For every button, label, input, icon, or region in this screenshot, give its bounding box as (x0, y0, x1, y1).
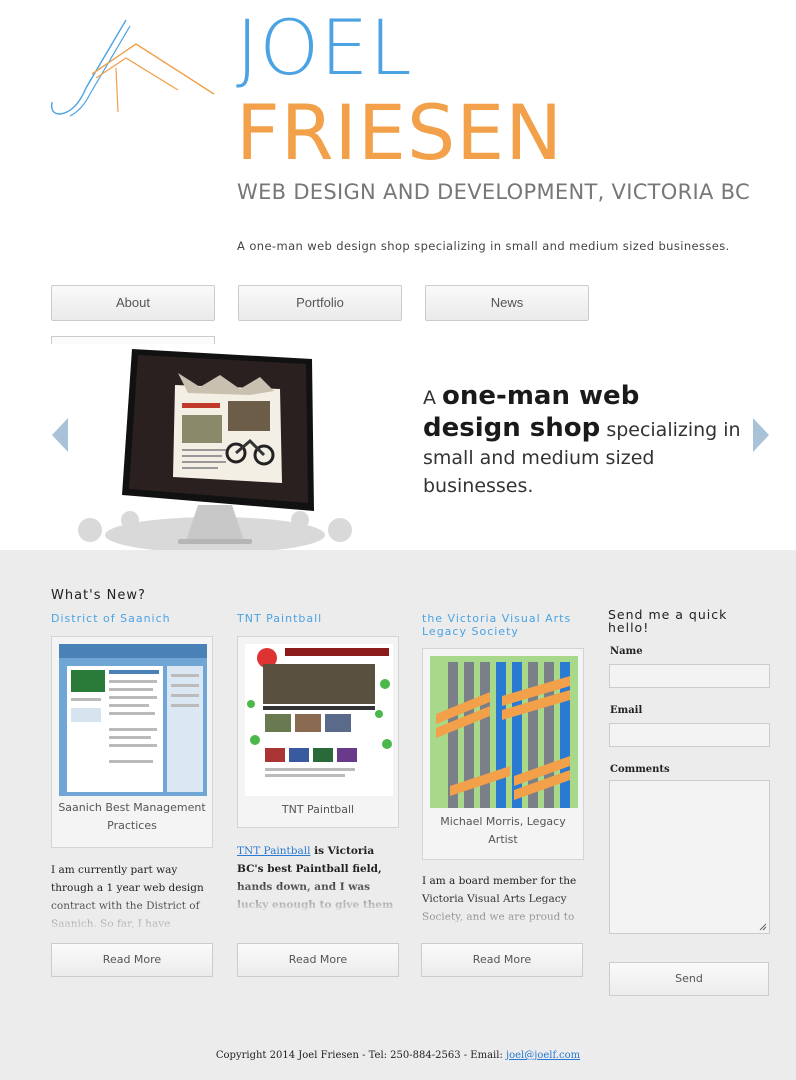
site-title-first-name[interactable]: JOEL (236, 8, 413, 88)
email-input[interactable] (609, 723, 770, 747)
post-card-vvals[interactable]: Michael Morris, Legacy Artist (422, 648, 584, 860)
post-excerpt-saanich: I am currently part way through a 1 year… (51, 861, 211, 933)
site-title-last-name[interactable]: FRIESEN (236, 92, 563, 174)
post-caption-vvals: Michael Morris, Legacy Artist (440, 815, 566, 846)
monitor-website-image (78, 349, 352, 550)
resize-handle-icon[interactable] (759, 923, 767, 931)
read-more-button-tnt[interactable]: Read More (237, 943, 399, 977)
slider-caption-prefix: A (423, 387, 436, 409)
slider-next-arrow-icon[interactable] (753, 418, 769, 452)
saanich-website-thumbnail (59, 644, 207, 796)
tnt-paintball-link[interactable]: TNT Paintball (237, 845, 310, 857)
read-more-button-saanich[interactable]: Read More (51, 943, 213, 977)
nav-overflow-button[interactable] (51, 336, 215, 344)
read-more-button-vvals[interactable]: Read More (421, 943, 583, 977)
tnt-website-thumbnail (245, 644, 393, 796)
nav-portfolio-button[interactable]: Portfolio (238, 285, 402, 321)
footer-copyright: Copyright 2014 Joel Friesen - Tel: 250-8… (215, 1050, 506, 1061)
send-button[interactable]: Send (609, 962, 769, 996)
post-excerpt-tnt: TNT Paintball is Victoria BC's best Pain… (237, 842, 401, 914)
email-label: Email (610, 705, 643, 716)
comments-label: Comments (610, 764, 670, 775)
jf-logo (50, 19, 215, 117)
post-caption-saanich: Saanich Best Management Practices (58, 801, 206, 832)
site-tagline: WEB DESIGN AND DEVELOPMENT, VICTORIA BC (237, 180, 750, 204)
footer-email-link[interactable]: joel@joelf.com (506, 1050, 580, 1061)
michael-morris-artwork-thumbnail (430, 656, 578, 808)
name-label: Name (610, 646, 643, 657)
nav-about-button[interactable]: About (51, 285, 215, 321)
footer: Copyright 2014 Joel Friesen - Tel: 250-8… (0, 1050, 796, 1061)
post-caption-tnt: TNT Paintball (281, 803, 355, 816)
post-card-tnt[interactable]: TNT Paintball (237, 636, 399, 828)
post-card-saanich[interactable]: Saanich Best Management Practices (51, 636, 213, 848)
whats-new-heading: What's New? (51, 588, 146, 603)
post-title-tnt[interactable]: TNT Paintball (237, 612, 407, 625)
excerpt-fade (422, 896, 582, 932)
slider-caption: A one-man web design shop specializing i… (423, 380, 743, 500)
content-section: What's New? District of Saanich Saanich … (0, 550, 796, 1080)
post-excerpt-vvals: I am a board member for the Victoria Vis… (422, 872, 582, 932)
excerpt-fade (237, 878, 401, 914)
comments-textarea[interactable] (609, 780, 770, 934)
post-title-saanich[interactable]: District of Saanich (51, 612, 221, 625)
name-input[interactable] (609, 664, 770, 688)
site-description: A one-man web design shop specializing i… (237, 239, 730, 253)
contact-form-title: Send me a quick hello! (608, 607, 728, 635)
post-title-vvals[interactable]: the Victoria Visual Arts Legacy Society (422, 612, 586, 638)
nav-news-button[interactable]: News (425, 285, 589, 321)
excerpt-fade (51, 897, 211, 933)
